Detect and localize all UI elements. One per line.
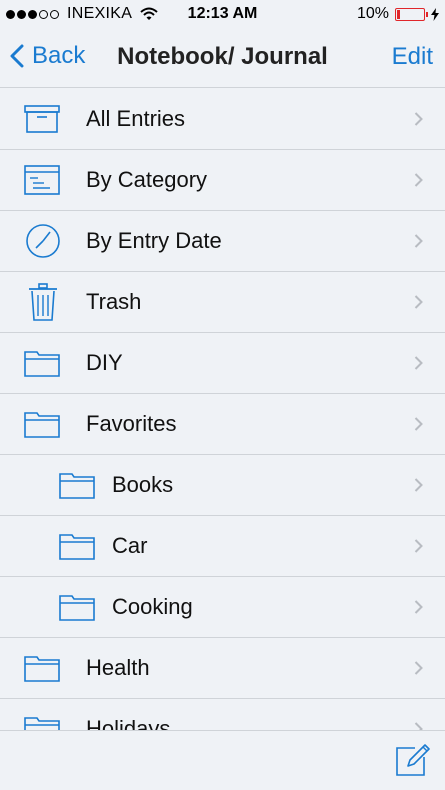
list-item-books[interactable]: Books: [0, 455, 445, 516]
list-item-label: Health: [86, 655, 150, 680]
list-item-label: Holidays: [86, 716, 171, 730]
list-item-label: By Entry Date: [86, 228, 222, 253]
list-item-cooking[interactable]: Cooking: [0, 577, 445, 638]
archive-box-icon: [24, 105, 60, 133]
compose-icon[interactable]: [395, 743, 431, 777]
list-item-label: DIY: [86, 350, 123, 375]
category-list-icon: [24, 165, 60, 195]
list-item-diy[interactable]: DIY: [0, 333, 445, 394]
folder-icon: [24, 351, 60, 377]
chevron-right-icon: [414, 234, 423, 248]
chevron-right-icon: [414, 722, 423, 730]
chevron-right-icon: [414, 478, 423, 492]
trash-icon: [29, 283, 57, 321]
edit-button[interactable]: Edit: [392, 43, 433, 71]
list-item-all-entries[interactable]: All Entries: [0, 89, 445, 150]
notebook-list: All Entries By Category By Entry Date Tr…: [0, 89, 445, 730]
list-item-by-category[interactable]: By Category: [0, 150, 445, 211]
list-item-car[interactable]: Car: [0, 516, 445, 577]
list-item-favorites[interactable]: Favorites: [0, 394, 445, 455]
chevron-right-icon: [414, 173, 423, 187]
list-item-label: By Category: [86, 167, 208, 192]
list-item-trash[interactable]: Trash: [0, 272, 445, 333]
list-item-by-entry-date[interactable]: By Entry Date: [0, 211, 445, 272]
list-item-label: Books: [112, 472, 174, 497]
chevron-right-icon: [414, 295, 423, 309]
charging-bolt-icon: [431, 7, 439, 21]
folder-icon: [59, 534, 95, 560]
chevron-right-icon: [414, 356, 423, 370]
list-item-label: All Entries: [86, 106, 186, 131]
chevron-right-icon: [414, 600, 423, 614]
page-title: Notebook/ Journal: [117, 43, 328, 70]
folder-icon: [59, 473, 95, 499]
folder-icon: [59, 595, 95, 621]
list-item-label: Car: [112, 533, 148, 558]
chevron-right-icon: [414, 539, 423, 553]
list-item-holidays[interactable]: Holidays: [0, 699, 445, 730]
status-bar: INEXIKA 12:13 AM 10%: [0, 0, 445, 30]
battery-icon: [395, 7, 428, 21]
folder-icon: [24, 412, 60, 438]
folder-icon: [24, 656, 60, 682]
battery-percent: 10%: [356, 5, 389, 22]
bottom-toolbar: [0, 730, 445, 790]
list-item-label: Trash: [86, 289, 142, 314]
chevron-right-icon: [414, 417, 423, 431]
navigation-bar: Back Notebook/ Journal Edit: [0, 30, 445, 88]
clock-icon: [26, 224, 60, 258]
chevron-right-icon: [414, 112, 423, 126]
list-item-health[interactable]: Health: [0, 638, 445, 699]
chevron-right-icon: [414, 661, 423, 675]
folder-icon: [24, 717, 60, 730]
list-item-label: Favorites: [86, 411, 177, 436]
list-item-label: Cooking: [112, 594, 193, 619]
